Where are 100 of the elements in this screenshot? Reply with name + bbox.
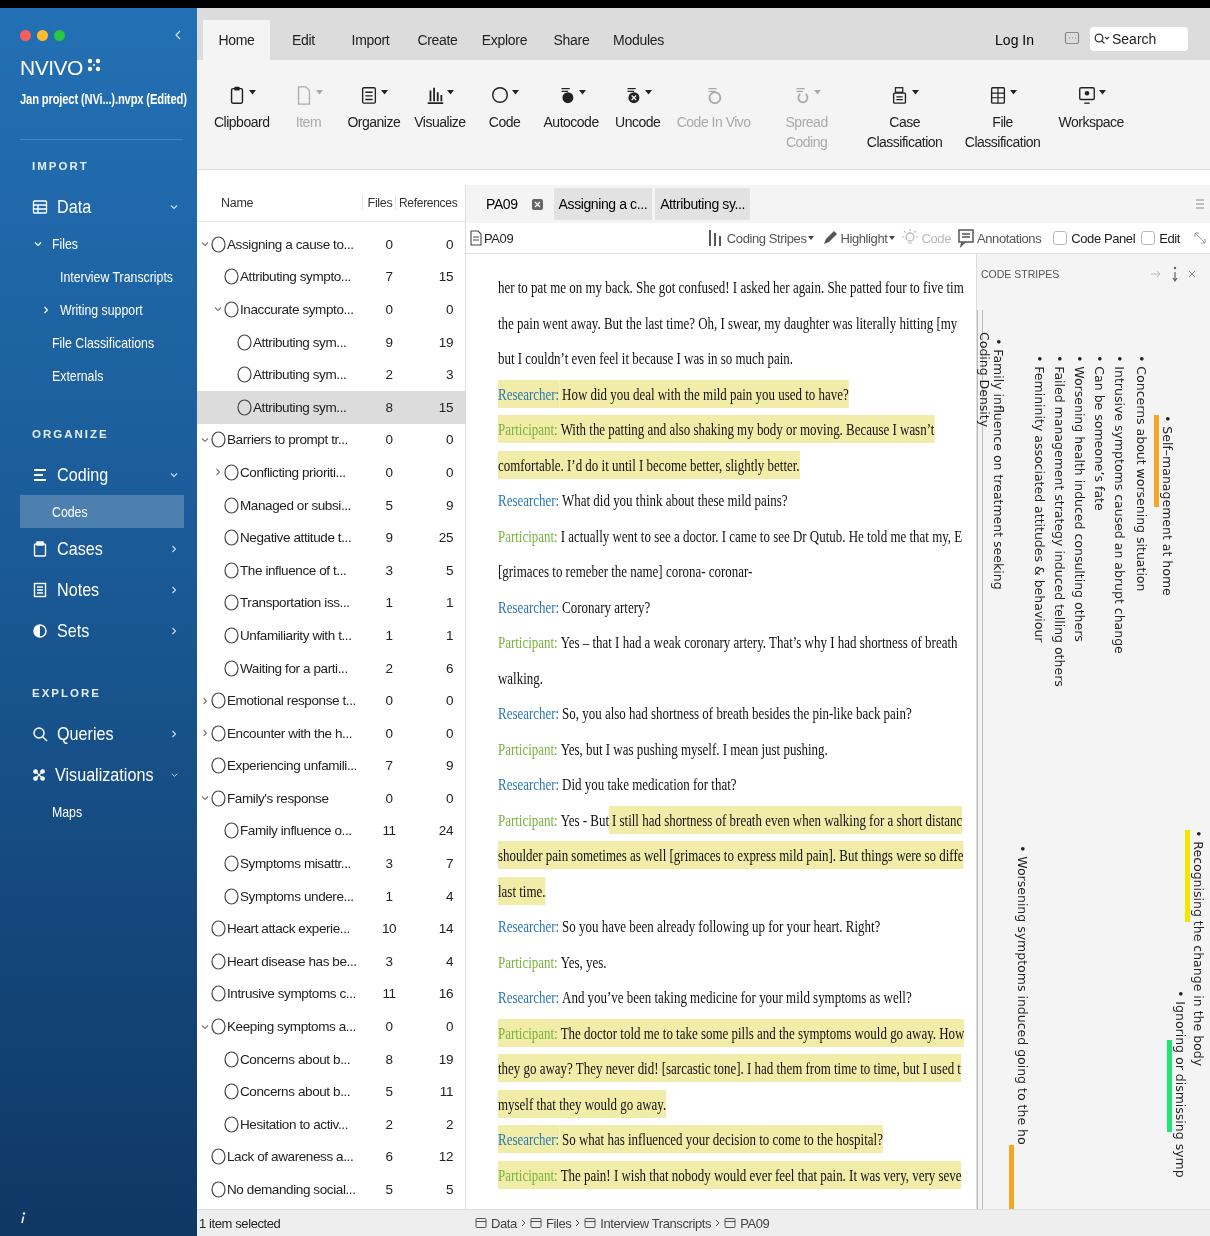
stripe-label[interactable]: Coding Density (977, 332, 992, 428)
ribbon-button[interactable]: Visualize (407, 84, 473, 132)
document-tab[interactable]: Attributing sy... (655, 188, 750, 220)
chevron-icon[interactable] (201, 696, 209, 705)
ribbon-tab[interactable]: Home (203, 20, 270, 60)
code-row[interactable]: Transportation iss... 1 1 (197, 586, 465, 620)
stripe-label[interactable]: • Family influence on treatment seeking (991, 338, 1006, 590)
ribbon-button[interactable]: Workspace (1051, 84, 1131, 132)
code-row[interactable]: Emotional response t... 0 0 (197, 684, 465, 717)
code-row[interactable]: Attributing sym... 9 19 (197, 325, 465, 359)
ribbon-button[interactable]: Autocode (536, 84, 606, 132)
sidebar-item[interactable]: Externals (20, 359, 184, 392)
column-header[interactable]: Name (197, 196, 363, 210)
ribbon-button[interactable]: Clipboard (207, 84, 277, 132)
maximize-window-icon[interactable] (54, 29, 65, 41)
sidebar-item[interactable]: Writing support (20, 293, 184, 326)
sidebar-item[interactable]: Cases (20, 528, 184, 569)
stripe-label[interactable]: • Femininity associated attitudes & behaviour (1032, 355, 1047, 643)
sidebar-item[interactable]: Data (20, 186, 184, 227)
breadcrumb-link[interactable]: Files (545, 1215, 572, 1231)
code-row[interactable]: Barriers to prompt tr... 0 0 (197, 423, 465, 457)
sort-icon[interactable] (1172, 266, 1178, 282)
chevron-icon[interactable] (170, 470, 178, 479)
sidebar-item[interactable]: Codes (20, 495, 184, 528)
code-row[interactable]: Concerns about b... 5 11 (197, 1075, 465, 1109)
code-row[interactable]: Encounter with the h... 0 0 (197, 716, 465, 750)
code-row[interactable]: Heart disease has be... 3 4 (197, 945, 465, 978)
code-row[interactable]: No demanding social... 5 5 (197, 1173, 465, 1206)
code-row[interactable]: Experiencing unfamili... 7 9 (197, 749, 465, 783)
stripe-label[interactable]: • Intrusive symptoms caused an abrupt change (1112, 355, 1127, 654)
sidebar-item[interactable]: File Classifications (20, 326, 184, 359)
ribbon-button[interactable]: Code (472, 84, 537, 132)
stripe-label[interactable]: • Concerns about worsening situation (1134, 355, 1149, 592)
sidebar-item[interactable]: Sets (20, 610, 184, 651)
breadcrumb-link[interactable]: PA09 (740, 1215, 770, 1231)
chevron-icon[interactable] (201, 729, 209, 738)
sidebar-item[interactable]: Interview Transcripts (20, 260, 184, 293)
sidebar-item[interactable]: Queries (20, 713, 184, 754)
breadcrumb-link[interactable]: Interview Transcripts (600, 1215, 712, 1231)
code-row[interactable]: Symptoms misattr... 3 7 (197, 847, 465, 880)
toolbar-button[interactable]: Highlight (820, 228, 896, 248)
code-row[interactable]: Attributing sympto... 7 15 (197, 260, 465, 294)
checkbox[interactable]: Code Panel (1053, 230, 1136, 246)
ribbon-tab[interactable]: Edit (270, 20, 337, 60)
sidebar-item[interactable]: Notes (20, 569, 184, 610)
code-row[interactable]: Inaccurate sympto... 0 0 (197, 293, 465, 326)
code-row[interactable]: Heart attack experie... 10 14 (197, 912, 465, 946)
breadcrumb-link[interactable]: Data (491, 1215, 517, 1231)
code-row[interactable]: Unfamiliarity with t... 1 1 (197, 619, 465, 652)
code-row[interactable]: Keeping symptoms a... 0 0 (197, 1010, 465, 1043)
column-header[interactable]: Files (363, 196, 395, 210)
stripe-label[interactable]: • Failed management strategy induced telling others (1052, 355, 1067, 687)
checkbox[interactable]: Edit (1141, 230, 1180, 246)
chevron-icon[interactable] (201, 794, 209, 803)
close-window-icon[interactable] (20, 29, 31, 41)
chat-icon[interactable] (1064, 31, 1080, 47)
ribbon-tab[interactable]: Import (337, 20, 404, 60)
code-row[interactable]: Concerns about b... 8 19 (197, 1042, 465, 1076)
ribbon-button[interactable]: Case Classification (855, 84, 954, 152)
stripe-label[interactable]: • Ignoring or dismissing symp (1173, 990, 1188, 1178)
code-row[interactable]: Assigning a cause to... 0 0 (197, 228, 465, 261)
search-field[interactable]: Search (1090, 27, 1188, 51)
code-row[interactable]: Symptoms undere... 1 4 (197, 879, 465, 913)
ribbon-tab[interactable]: Create (404, 20, 471, 60)
document-tab[interactable]: Assigning a c... (553, 188, 653, 220)
sidebar-item[interactable]: Maps (20, 795, 184, 828)
chevron-icon[interactable] (201, 1022, 209, 1031)
close-icon[interactable] (531, 198, 543, 210)
stripe-label[interactable]: • Recognising the change in the body (1191, 830, 1206, 1067)
chevron-icon[interactable] (170, 202, 178, 211)
code-row[interactable]: Attributing sym... 8 15 (197, 390, 465, 424)
chevron-icon[interactable] (201, 240, 209, 249)
code-row[interactable]: The influence of t... 3 5 (197, 553, 465, 587)
code-row[interactable]: Family's response 0 0 (197, 782, 465, 815)
ribbon-tab[interactable]: Share (538, 20, 605, 60)
expand-icon[interactable] (1194, 232, 1206, 244)
sidebar-item[interactable]: Visualizations (20, 754, 184, 795)
ribbon-tab[interactable]: Modules (605, 20, 672, 60)
code-row[interactable]: Attributing sym... 2 3 (197, 358, 465, 391)
ribbon-button[interactable]: File Classification (953, 84, 1052, 152)
code-row[interactable]: Hesitation to activ... 2 2 (197, 1108, 465, 1141)
toolbar-button[interactable]: Coding Stripes (706, 228, 815, 248)
code-row[interactable]: Negative attitude t... 9 25 (197, 521, 465, 554)
close-icon[interactable] (1188, 270, 1196, 278)
stripe-label[interactable]: • Self–management at home (1160, 415, 1175, 596)
code-row[interactable]: Conflicting prioriti... 0 0 (197, 456, 465, 489)
stripe-label[interactable]: • Worsening symptoms induced going to the ho (1015, 845, 1030, 1145)
ribbon-tab[interactable]: Explore (471, 20, 538, 60)
chevron-icon[interactable] (214, 468, 222, 477)
chevron-icon[interactable] (214, 305, 222, 314)
sidebar-item[interactable]: Coding (20, 454, 184, 495)
code-row[interactable]: Lack of awareness a... 6 12 (197, 1140, 465, 1174)
column-header[interactable]: References (395, 196, 465, 210)
code-row[interactable]: Intrusive symptoms c... 11 16 (197, 977, 465, 1011)
code-row[interactable]: Managed or subsi... 5 9 (197, 488, 465, 522)
code-row[interactable]: Family influence o... 11 24 (197, 814, 465, 848)
menu-icon[interactable] (1196, 199, 1204, 209)
chevron-icon[interactable] (34, 239, 42, 248)
stripe-label[interactable]: • Can be someone’s fate (1092, 355, 1107, 511)
code-row[interactable]: Waiting for a parti... 2 6 (197, 651, 465, 685)
